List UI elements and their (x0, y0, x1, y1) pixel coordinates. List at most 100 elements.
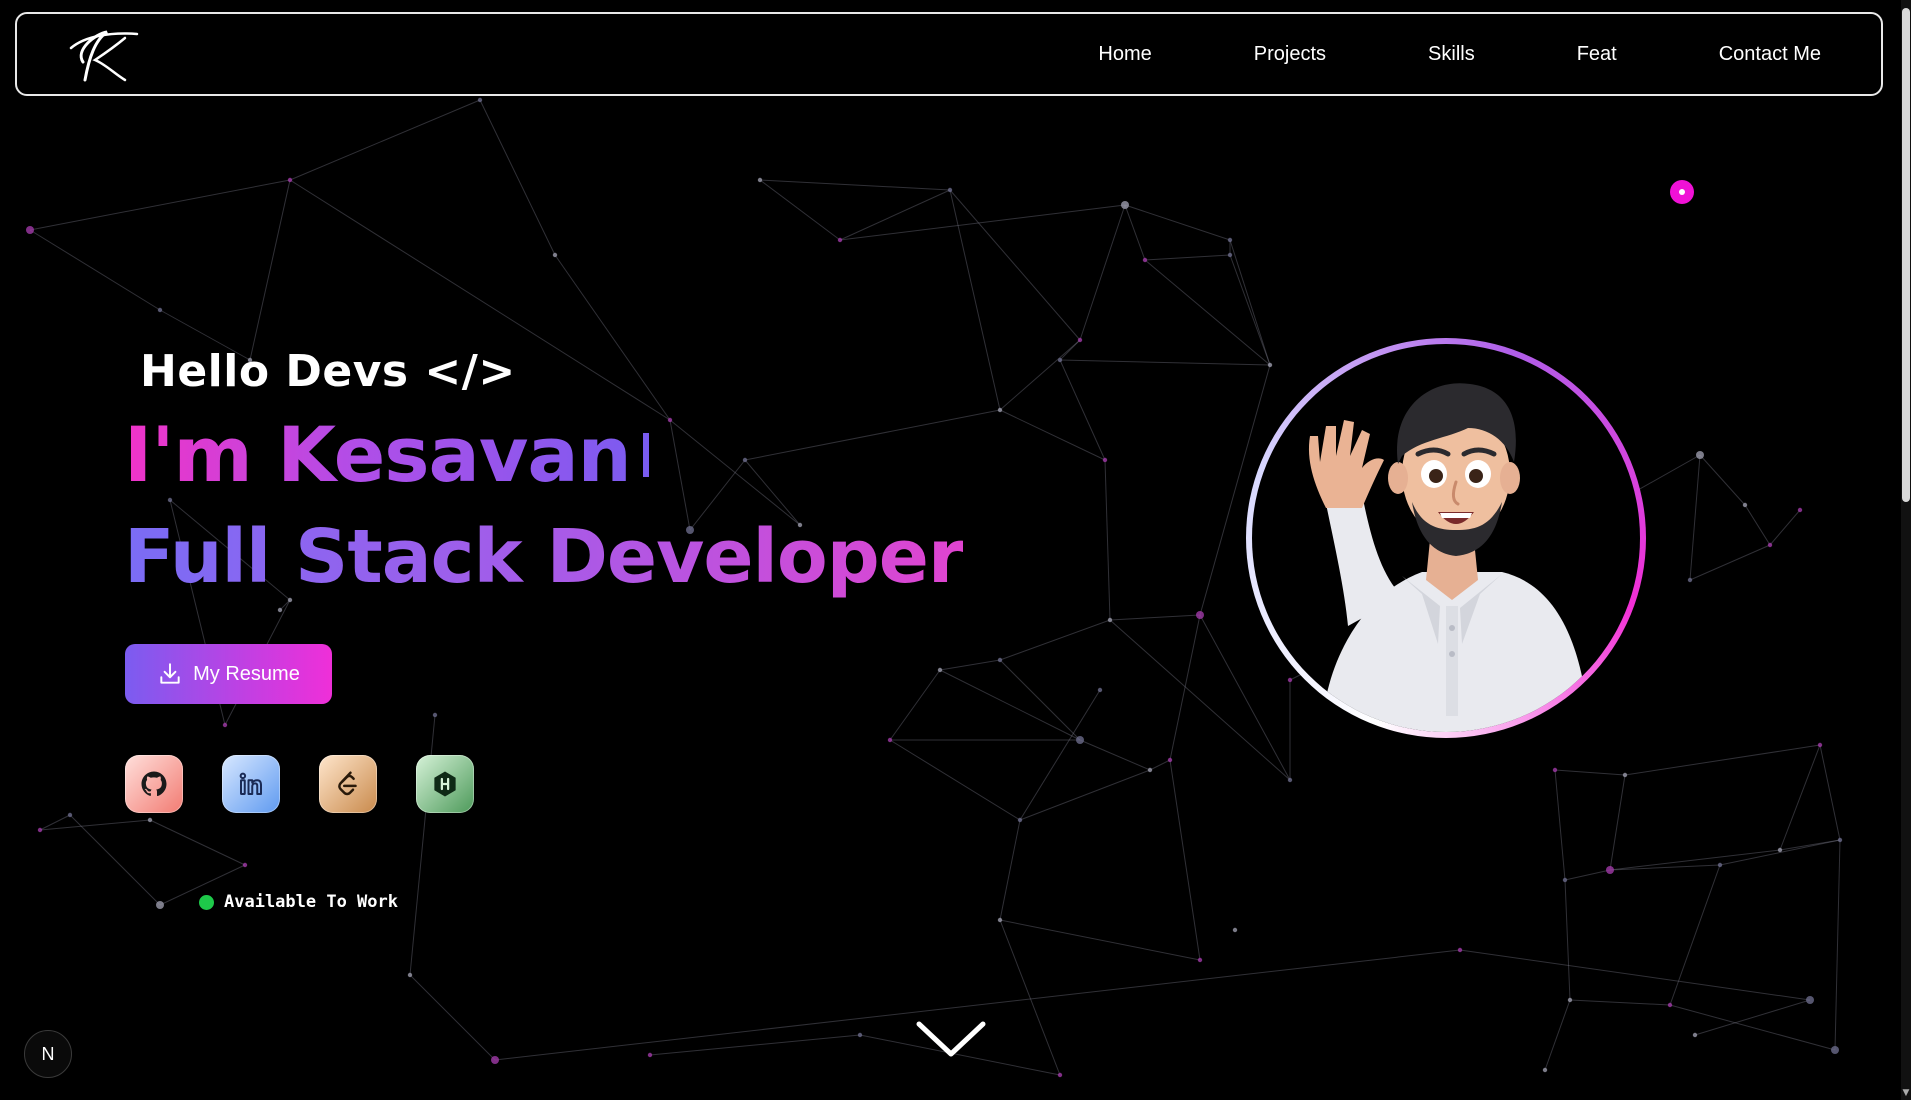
network-edge (1459, 949, 1811, 1001)
nav-links: Home Projects Skills Feat Contact Me (1098, 14, 1821, 94)
network-edge (1144, 254, 1231, 261)
network-node (1196, 611, 1204, 619)
network-edge (1124, 204, 1146, 261)
network-edge (1769, 509, 1801, 546)
network-node (1692, 1032, 1698, 1038)
download-icon (160, 663, 180, 684)
network-edge (1079, 739, 1151, 771)
network-edge (999, 619, 1111, 661)
network-node (1717, 862, 1723, 868)
network-node (1806, 996, 1814, 1004)
network-node (1562, 877, 1568, 883)
network-edge (1719, 839, 1841, 866)
network-node (157, 307, 163, 313)
k-signature-logo-icon[interactable] (65, 22, 145, 88)
network-node (1567, 997, 1573, 1003)
network-edge (1169, 759, 1201, 961)
network-edge (999, 339, 1081, 411)
network-node (1077, 337, 1083, 343)
navbar: Home Projects Skills Feat Contact Me (15, 12, 1883, 96)
network-edge (999, 919, 1061, 1076)
network-edge (1109, 614, 1201, 621)
network-node (1057, 357, 1063, 363)
network-edge (1544, 999, 1571, 1071)
github-icon (141, 771, 167, 797)
network-node (1097, 687, 1103, 693)
network-edge (1699, 454, 1746, 506)
network-node (1227, 252, 1233, 258)
network-edge (1744, 504, 1771, 546)
network-node (937, 667, 943, 673)
network-node (1287, 777, 1293, 783)
network-node (156, 901, 164, 909)
page-scrollbar[interactable]: ▼ (1901, 0, 1911, 1100)
greeting-text: Hello Devs </> (140, 346, 516, 397)
network-node (1552, 767, 1558, 773)
network-edge (479, 99, 556, 256)
network-node (742, 457, 748, 463)
network-node (222, 722, 228, 728)
status-text: Available To Work (224, 892, 398, 912)
network-edge (1564, 869, 1611, 881)
network-edge (409, 974, 496, 1061)
badge-letter: N (41, 1043, 55, 1064)
network-node (1076, 736, 1084, 744)
network-node (997, 657, 1003, 663)
avatar (1252, 344, 1640, 732)
network-node (1767, 542, 1773, 548)
resume-button[interactable]: My Resume (125, 644, 332, 704)
network-edge (939, 659, 1001, 671)
network-edge (69, 814, 161, 906)
network-node (1287, 677, 1293, 683)
network-edge (249, 179, 291, 361)
linkedin-link[interactable] (222, 755, 280, 813)
network-edge (409, 714, 436, 976)
network-node (1227, 237, 1233, 243)
social-links (125, 755, 474, 813)
scrollbar-thumb[interactable] (1902, 8, 1910, 502)
network-edge (1689, 454, 1701, 581)
network-edge (289, 99, 481, 181)
nav-link-projects[interactable]: Projects (1254, 43, 1326, 66)
network-edge (649, 1034, 861, 1056)
chevron-down-icon[interactable] (913, 1016, 989, 1062)
network-node (1742, 502, 1748, 508)
nextjs-dev-badge[interactable]: N (24, 1030, 72, 1078)
network-node (837, 237, 843, 243)
network-node (1147, 767, 1153, 773)
nav-link-contact[interactable]: Contact Me (1719, 43, 1821, 66)
network-edge (1834, 839, 1841, 1051)
network-node (857, 1032, 863, 1038)
network-node (1017, 817, 1023, 823)
network-edge (1564, 879, 1571, 1001)
network-node (1167, 757, 1173, 763)
network-edge (999, 409, 1106, 461)
network-node (1542, 1067, 1548, 1073)
network-edge (839, 204, 1126, 241)
network-node (1817, 742, 1823, 748)
network-edge (1694, 999, 1811, 1036)
network-node (1606, 866, 1614, 874)
network-edge (149, 819, 246, 866)
network-edge (1779, 744, 1821, 851)
network-node (37, 827, 43, 833)
network-edge (1059, 339, 1081, 361)
resume-button-label: My Resume (193, 662, 300, 685)
role-heading: Full Stack Developer (124, 514, 964, 600)
scroll-down-arrow-icon[interactable]: ▼ (1902, 1088, 1910, 1098)
nav-link-feat[interactable]: Feat (1577, 43, 1617, 66)
network-node (67, 812, 73, 818)
network-edge (1149, 759, 1171, 771)
network-edge (1609, 774, 1626, 871)
network-node (1121, 201, 1129, 209)
leetcode-link[interactable] (319, 755, 377, 813)
network-node (1197, 957, 1203, 963)
nav-link-skills[interactable]: Skills (1428, 43, 1475, 66)
network-node (1142, 257, 1148, 263)
hackerrank-link[interactable] (416, 755, 474, 813)
network-edge (744, 409, 1001, 461)
network-edge (1624, 744, 1821, 776)
network-edge (1059, 359, 1106, 461)
nav-link-home[interactable]: Home (1098, 43, 1151, 66)
github-link[interactable] (125, 755, 183, 813)
